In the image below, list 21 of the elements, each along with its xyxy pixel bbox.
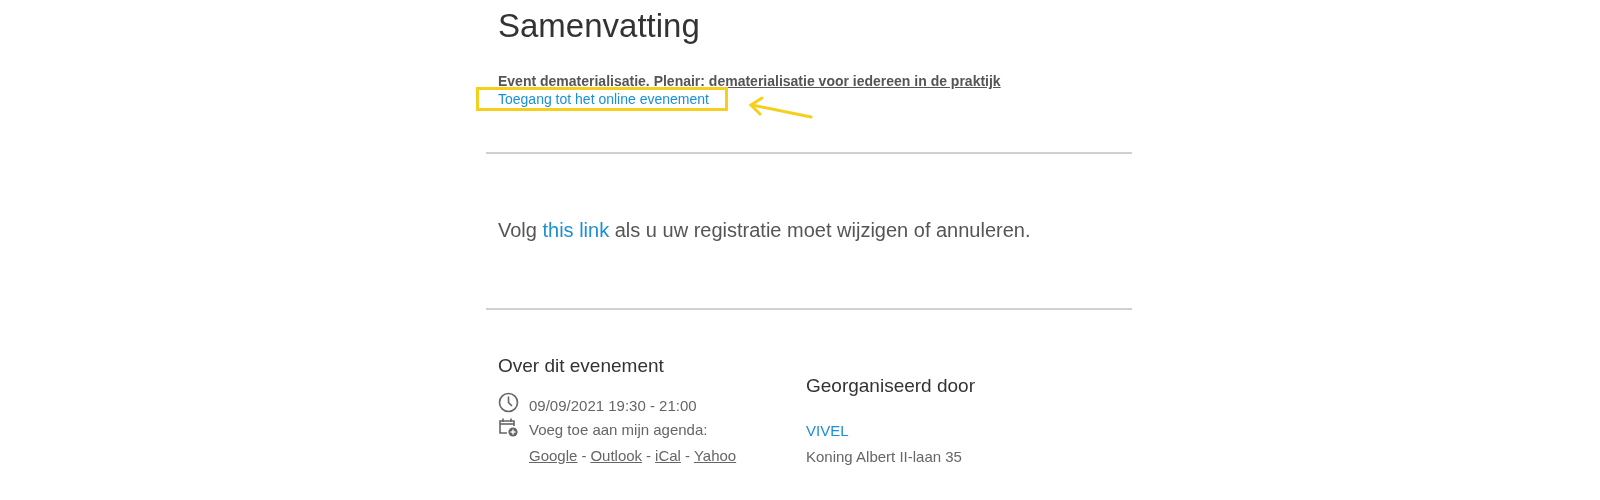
organizer-address: Koning Albert II-laan 35 (806, 448, 963, 466)
change-link[interactable]: this link (542, 219, 610, 241)
separator-text: - (684, 447, 690, 465)
separator-text: - (646, 447, 652, 465)
access-link[interactable]: Toegang tot het online evenement (498, 90, 709, 108)
section-heading: Over dit evenement (498, 354, 665, 378)
page-title: Samenvatting (498, 6, 701, 46)
calendar-label: Voeg toe aan mijn agenda: (529, 421, 709, 439)
clock-icon (498, 392, 519, 413)
calendar-link[interactable]: Google (529, 447, 578, 465)
event-datetime: 09/09/2021 19:30 - 21:00 (529, 397, 697, 415)
calendar-link[interactable]: iCal (655, 447, 681, 465)
calendar-link[interactable]: Outlook (590, 447, 643, 465)
organizer-link[interactable]: VIVEL (806, 422, 849, 440)
calendar-add-icon (498, 417, 519, 438)
event-title[interactable]: Event dematerialisatie. Plenair: dematerialisatie voor iedereen in de praktijk (498, 72, 1001, 90)
section-heading: Georganiseerd door (806, 374, 975, 398)
calendar-link[interactable]: Yahoo (693, 447, 737, 465)
arrow (748, 96, 814, 120)
change-notice: Volg this link als u uw registratie moet wijzigen of annuleren. (497, 218, 1031, 242)
separator-text: - (581, 447, 587, 465)
